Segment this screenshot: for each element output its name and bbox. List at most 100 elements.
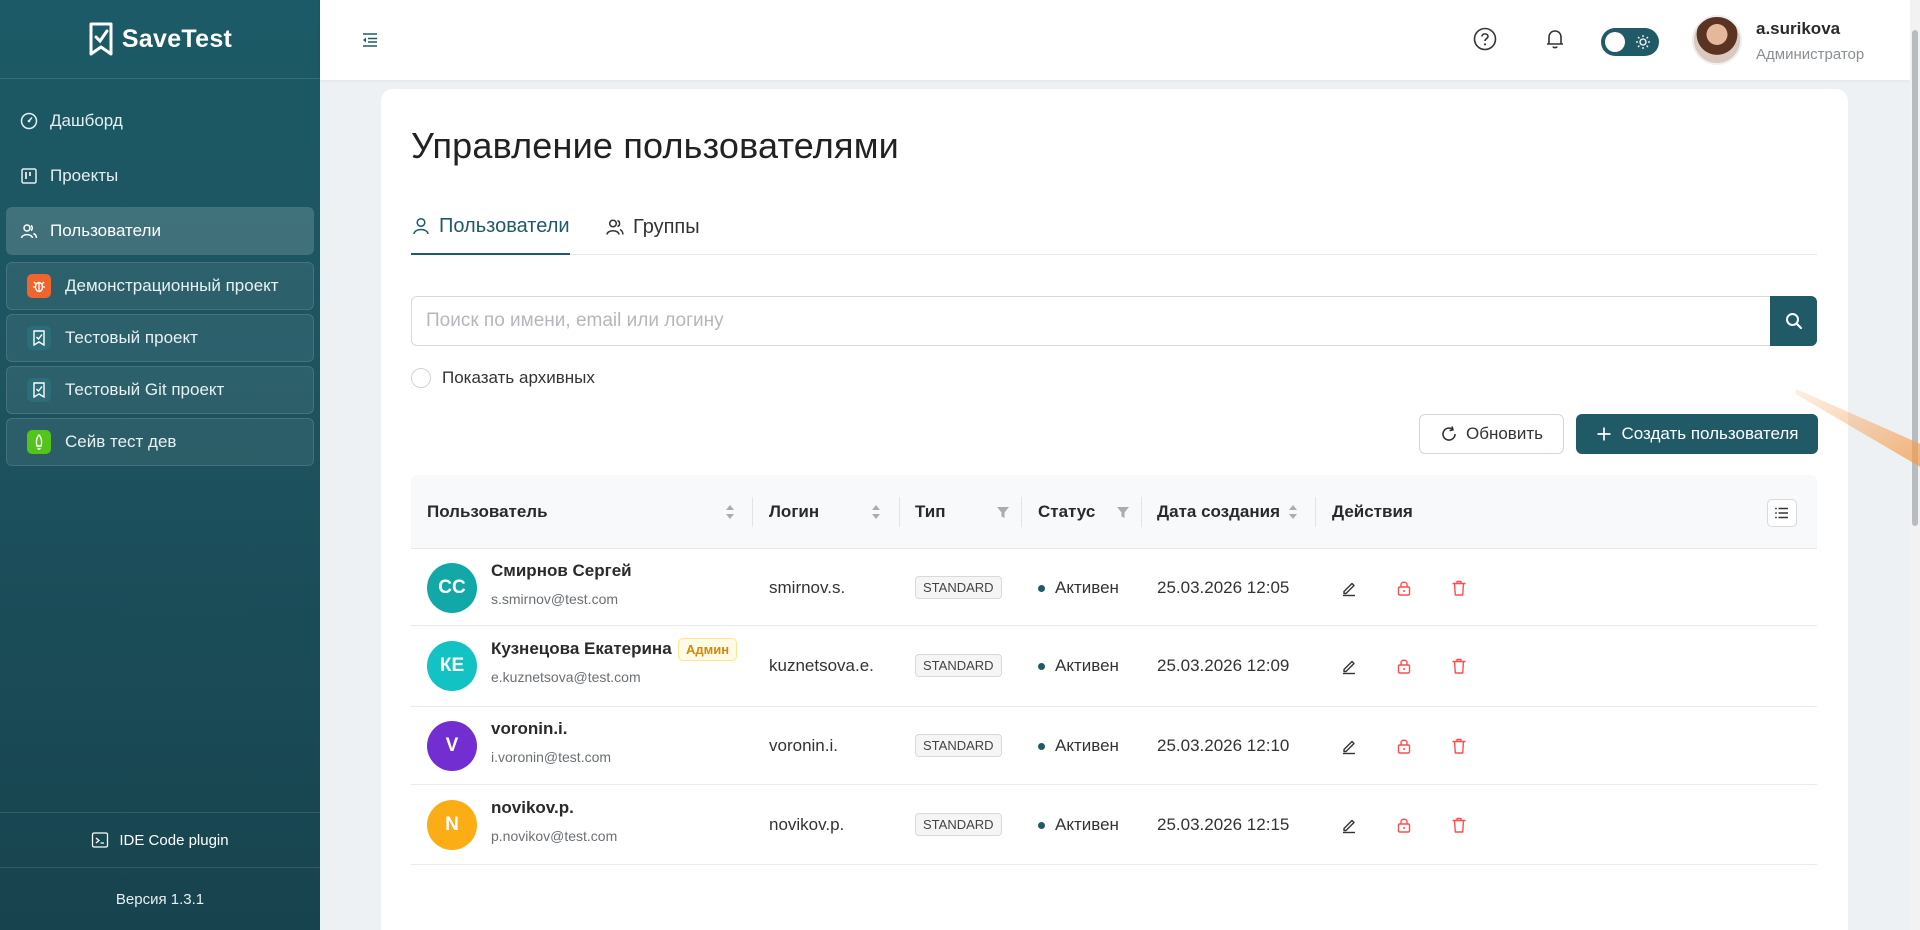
user-login: voronin.i.	[769, 736, 838, 755]
column-header-login[interactable]: Логин	[769, 475, 819, 549]
lock-icon[interactable]	[1395, 657, 1413, 675]
column-divider	[1141, 497, 1142, 527]
sort-icon[interactable]	[1286, 502, 1300, 522]
column-header-actions: Действия	[1332, 502, 1413, 521]
sidebar-item-users[interactable]: Пользователи	[6, 207, 314, 255]
project-item-test[interactable]: Тестовый проект	[6, 314, 314, 362]
table-header: Пользователь Логин Тип Статус Дата созда…	[411, 475, 1817, 549]
edit-icon[interactable]	[1340, 816, 1358, 834]
user-created-date: 25.03.2026 12:10	[1157, 736, 1290, 755]
tab-label: Пользователи	[439, 214, 570, 237]
edit-icon[interactable]	[1340, 579, 1358, 597]
tabs: Пользователи Группы	[411, 199, 1817, 255]
user-name[interactable]: Кузнецова Екатерина	[491, 639, 672, 659]
refresh-label: Обновить	[1466, 424, 1543, 443]
column-header-user[interactable]: Пользователь	[427, 475, 548, 549]
delete-icon[interactable]	[1450, 737, 1468, 755]
user-name[interactable]: voronin.i.	[491, 719, 568, 739]
sidebar-item-label: Пользователи	[50, 221, 161, 240]
sidebar-footer: IDE Code plugin Версия 1.3.1	[0, 812, 320, 930]
sidebar-nav: Дашборд Проекты Пользователи Демонстраци…	[0, 79, 320, 466]
create-user-button[interactable]: Создать пользователя	[1576, 414, 1818, 454]
column-divider	[1021, 497, 1022, 527]
logo[interactable]: SaveTest	[0, 0, 320, 79]
list-icon	[1775, 507, 1788, 519]
search-button[interactable]	[1770, 296, 1817, 346]
show-archived-label: Показать архивных	[442, 368, 595, 387]
project-item-save-test-dev[interactable]: Сейв тест дев	[6, 418, 314, 466]
status-label: Активен	[1055, 656, 1119, 675]
status-label: Активен	[1055, 578, 1119, 597]
column-divider	[1315, 497, 1316, 527]
tab-label: Группы	[633, 215, 700, 238]
sidebar-item-projects[interactable]: Проекты	[6, 152, 314, 200]
ide-plugin-link[interactable]: IDE Code plugin	[0, 812, 320, 868]
theme-toggle[interactable]	[1601, 28, 1659, 56]
show-archived-option[interactable]: Показать архивных	[411, 368, 595, 388]
search-icon	[1785, 313, 1802, 330]
search-input[interactable]	[411, 296, 1770, 346]
sidebar-item-dashboard[interactable]: Дашборд	[6, 97, 314, 145]
sort-icon[interactable]	[869, 502, 883, 522]
delete-icon[interactable]	[1450, 816, 1468, 834]
status-label: Активен	[1055, 736, 1119, 755]
user-email: e.kuznetsova@test.com	[491, 669, 641, 685]
column-header-status[interactable]: Статус	[1038, 475, 1095, 549]
delete-icon[interactable]	[1450, 657, 1468, 675]
filter-icon[interactable]	[996, 502, 1010, 522]
column-header-created[interactable]: Дата создания	[1157, 475, 1280, 549]
user-name[interactable]: novikov.p.	[491, 798, 574, 818]
edit-icon[interactable]	[1340, 657, 1358, 675]
table-row[interactable]: КЕ Кузнецова Екатерина Админ e.kuznetsova@t…	[411, 625, 1817, 707]
user-created-date: 25.03.2026 12:09	[1157, 656, 1290, 675]
app-name: SaveTest	[121, 24, 233, 53]
sun-icon	[1636, 35, 1650, 49]
column-divider	[752, 497, 753, 527]
users-icon	[20, 224, 38, 239]
bell-icon[interactable]	[1542, 26, 1568, 52]
lock-icon[interactable]	[1395, 579, 1413, 597]
collapse-menu-icon[interactable]	[360, 30, 380, 50]
filter-icon[interactable]	[1116, 502, 1130, 522]
status-dot	[1038, 821, 1045, 829]
user-type-tag: STANDARD	[915, 813, 1002, 836]
scrollbar-thumb[interactable]	[1912, 30, 1918, 526]
delete-icon[interactable]	[1450, 579, 1468, 597]
project-label: Тестовый Git проект	[65, 380, 225, 399]
help-icon[interactable]	[1472, 26, 1498, 52]
tab-groups[interactable]: Группы	[605, 199, 700, 255]
table-row[interactable]: СС Смирнов Сергей s.smirnov@test.com smirno…	[411, 550, 1817, 626]
status-dot	[1038, 584, 1045, 592]
show-archived-checkbox[interactable]	[411, 368, 431, 388]
rocket-icon	[27, 430, 51, 454]
user-avatar-initials: N	[427, 800, 477, 850]
user-login: smirnov.s.	[769, 578, 846, 597]
table-row[interactable]: Vvoronin.i. i.voronin@test.com voronin.i. S…	[411, 707, 1817, 785]
lock-icon[interactable]	[1395, 737, 1413, 755]
user-avatar[interactable]	[1692, 15, 1742, 65]
user-avatar-initials: КЕ	[427, 641, 477, 691]
project-label: Демонстрационный проект	[65, 276, 279, 295]
header-user-name[interactable]: a.surikova	[1756, 19, 1840, 39]
admin-badge: Админ	[678, 638, 738, 661]
user-status: Активен	[1038, 656, 1119, 676]
column-header-type[interactable]: Тип	[915, 475, 945, 549]
sort-icon[interactable]	[723, 502, 737, 522]
column-settings-button[interactable]	[1767, 499, 1797, 527]
search-bar	[411, 296, 1817, 346]
group-icon	[606, 219, 624, 235]
project-item-test-git[interactable]: Тестовый Git проект	[6, 366, 314, 414]
sidebar: SaveTest Дашборд Проекты Пользователи Де…	[0, 0, 320, 930]
status-label: Активен	[1055, 815, 1119, 834]
tab-users[interactable]: Пользователи	[411, 199, 570, 255]
project-item-demo[interactable]: Демонстрационный проект	[6, 262, 314, 310]
table-row[interactable]: Nnovikov.p. p.novikov@test.com novikov.p. S…	[411, 785, 1817, 865]
refresh-button[interactable]: Обновить	[1419, 414, 1564, 454]
page-scrollbar[interactable]	[1910, 0, 1920, 930]
user-type-tag: STANDARD	[915, 654, 1002, 677]
edit-icon[interactable]	[1340, 737, 1358, 755]
user-name[interactable]: Смирнов Сергей	[491, 561, 632, 581]
status-dot	[1038, 742, 1045, 750]
user-email: i.voronin@test.com	[491, 749, 612, 765]
lock-icon[interactable]	[1395, 816, 1413, 834]
